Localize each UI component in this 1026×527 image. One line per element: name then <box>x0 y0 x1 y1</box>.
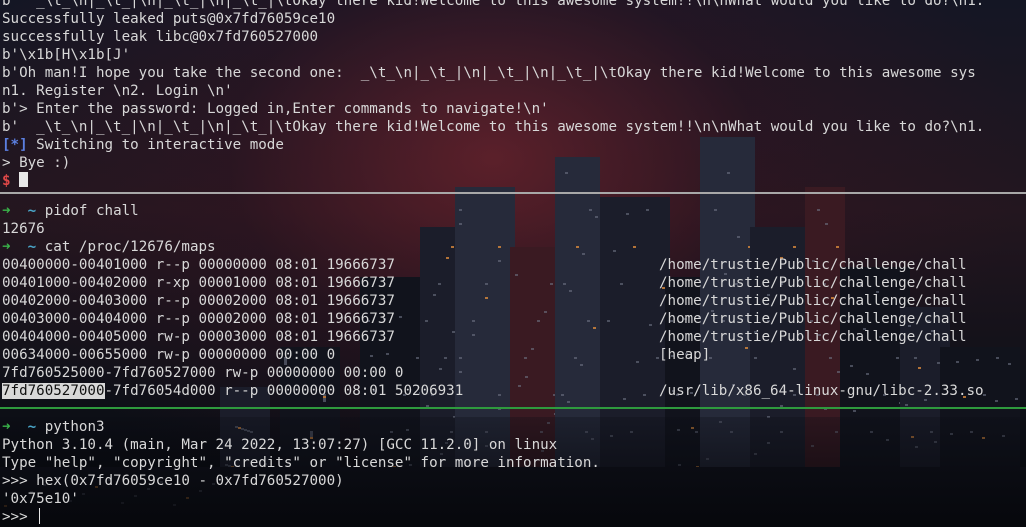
repl-prompt-line[interactable]: >>> <box>0 508 1026 526</box>
maps-range: 00404000-00405000 rw-p 00003000 08:01 19… <box>2 329 395 345</box>
output-line: b' _\t_\n|_\t_|\n|_\t_|\n|_\t_|\tOkay th… <box>2 0 985 9</box>
command-text: pidof chall <box>44 203 139 219</box>
prompt-arrow-icon: ➜ <box>2 203 11 219</box>
maps-range: 00403000-00404000 r--p 00002000 08:01 19… <box>2 311 395 327</box>
maps-path: /home/trustie/Public/challenge/chall <box>659 329 967 345</box>
dollar-prompt: $ <box>2 173 11 189</box>
building-window <box>567 401 570 403</box>
building-window <box>995 400 998 402</box>
pane-divider-active[interactable] <box>0 407 1026 409</box>
maps-range: 00634000-00655000 rw-p 00000000 00:00 0 <box>2 347 336 363</box>
repl-prompt: >>> <box>2 509 37 525</box>
output-line: successfully leak libc@0x7fd760527000 <box>2 29 319 45</box>
output-line: Successfully leaked puts@0x7fd76059ce10 <box>2 11 336 27</box>
maps-range: 00402000-00403000 r--p 00002000 08:01 19… <box>2 293 395 309</box>
output-line: Type "help", "copyright", "credits" or "… <box>2 455 600 471</box>
status-line: [*] Switching to interactive mode <box>0 136 1026 154</box>
maps-row: 00401000-00402000 r-xp 00001000 08:01 19… <box>0 274 1026 292</box>
terminal-pane-python[interactable]: ➜ ~ python3 Python 3.10.4 (main, Mar 24 … <box>0 418 1026 526</box>
output-line: b'Oh man!I hope you take the second one:… <box>2 65 976 81</box>
prompt-dir: ~ <box>27 419 37 435</box>
prompt-dir: ~ <box>27 203 37 219</box>
maps-range: -7fd76054d000 r--p 00000000 08:01 502069… <box>104 383 464 399</box>
maps-row: 00404000-00405000 rw-p 00003000 08:01 19… <box>0 328 1026 346</box>
maps-range: 00401000-00402000 r-xp 00001000 08:01 19… <box>2 275 395 291</box>
maps-range: 7fd760525000-7fd760527000 rw-p 00000000 … <box>2 365 404 381</box>
status-text: Switching to interactive mode <box>27 137 284 153</box>
prompt-dir: ~ <box>27 239 37 255</box>
maps-range: 00400000-00401000 r--p 00000000 08:01 19… <box>2 257 395 273</box>
maps-row: 00402000-00403000 r--p 00002000 08:01 19… <box>0 292 1026 310</box>
maps-row: 00403000-00404000 r--p 00002000 08:01 19… <box>0 310 1026 328</box>
maps-row: 7fd760525000-7fd760527000 rw-p 00000000 … <box>0 364 1026 382</box>
building-window <box>905 404 908 406</box>
maps-path: /usr/lib/x86_64-linux-gnu/libc-2.33.so <box>659 383 984 399</box>
pane-divider[interactable] <box>0 192 1026 194</box>
output-line: b'> Enter the password: Logged in,Enter … <box>2 101 549 117</box>
output-line: Python 3.10.4 (main, Mar 24 2022, 13:07:… <box>2 437 558 453</box>
command-line: ➜ ~ cat /proc/12676/maps <box>0 238 1026 256</box>
output-line: n1. Register \n2. Login \n' <box>2 83 233 99</box>
maps-path: [heap] <box>659 347 711 363</box>
prompt-arrow-icon: ➜ <box>2 419 11 435</box>
repl-input-line: >>> hex(0x7fd76059ce10 - 0x7fd760527000) <box>2 473 344 489</box>
maps-path: /home/trustie/Public/challenge/chall <box>659 311 967 327</box>
maps-row-libc: 7fd760527000-7fd76054d000 r--p 00000000 … <box>0 382 1026 400</box>
shell-prompt-line[interactable]: $ <box>0 172 1026 190</box>
building-window <box>323 400 326 402</box>
output-line: b' _\t_\n|_\t_|\n|_\t_|\n|_\t_|\tOkay th… <box>2 119 985 135</box>
command-text: python3 <box>44 419 105 435</box>
maps-path: /home/trustie/Public/challenge/chall <box>659 257 967 273</box>
building-window <box>853 410 856 412</box>
status-bracket: ] <box>19 137 28 153</box>
terminal-pane-maps[interactable]: ➜ ~ pidof chall 12676 ➜ ~ cat /proc/1267… <box>0 202 1026 400</box>
output-line: > Bye :) <box>2 155 71 171</box>
command-line: ➜ ~ pidof chall <box>0 202 1026 220</box>
status-star: * <box>10 137 20 153</box>
command-line: ➜ ~ python3 <box>0 418 1026 436</box>
prompt-arrow-icon: ➜ <box>2 239 11 255</box>
block-cursor <box>19 172 29 187</box>
maps-path: /home/trustie/Public/challenge/chall <box>659 293 967 309</box>
maps-row: 00634000-00655000 rw-p 00000000 00:00 0 [… <box>0 346 1026 364</box>
command-text: cat /proc/12676/maps <box>44 239 216 255</box>
maps-row: 00400000-00401000 r--p 00000000 08:01 19… <box>0 256 1026 274</box>
maps-path: /home/trustie/Public/challenge/chall <box>659 275 967 291</box>
terminal-pane-exploit-output[interactable]: b' _\t_\n|_\t_|\n|_\t_|\n|_\t_|\tOkay th… <box>0 0 1026 190</box>
repl-result: '0x75e10' <box>2 491 79 507</box>
text-cursor <box>39 508 41 524</box>
status-bracket: [ <box>2 137 11 153</box>
pid-output: 12676 <box>2 221 45 237</box>
output-line: b'\x1b[H\x1b[J' <box>2 47 131 63</box>
selected-text[interactable]: 7fd760527000 <box>2 383 105 399</box>
